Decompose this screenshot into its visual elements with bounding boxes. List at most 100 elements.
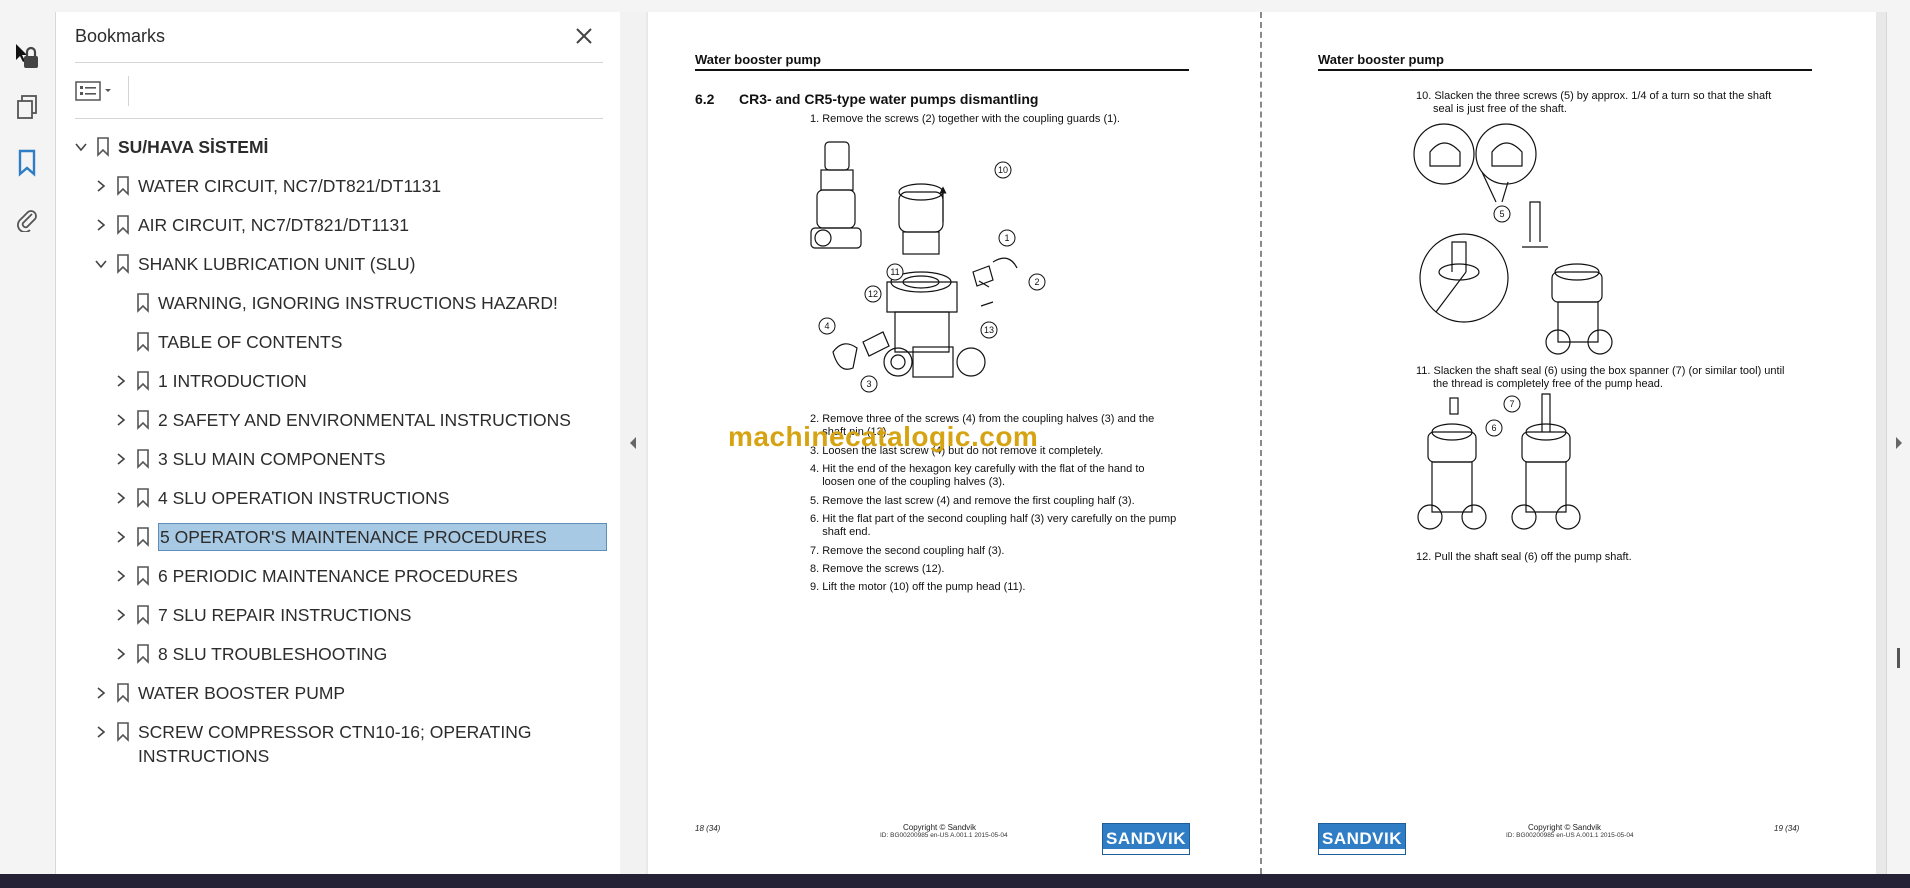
panel-divider xyxy=(75,62,603,63)
bookmark-icon xyxy=(137,332,149,352)
step-10: 10. Slacken the three screws (5) by appr… xyxy=(1416,90,1772,102)
chevron-right-icon[interactable] xyxy=(114,530,128,544)
callout-4: 4 xyxy=(824,321,829,331)
step-line: 9. Lift the motor (10) off the pump head… xyxy=(810,581,1026,593)
step-12: 12. Pull the shaft seal (6) off the pump… xyxy=(1416,551,1632,563)
scrollbar-thumb[interactable] xyxy=(1897,648,1900,668)
header-rule xyxy=(1318,69,1812,71)
bookmark-label: WARNING, IGNORING INSTRUCTIONS HAZARD! xyxy=(158,293,558,313)
chevron-right-icon[interactable] xyxy=(114,374,128,388)
bookmark-label: SHANK LUBRICATION UNIT (SLU) xyxy=(138,254,416,274)
bookmark-icon xyxy=(137,371,149,391)
bookmark-item[interactable]: TABLE OF CONTENTS xyxy=(56,325,620,359)
step-11: 11. Slacken the shaft seal (6) using the… xyxy=(1416,365,1785,377)
box-spanner-illustration: 6 7 xyxy=(1417,393,1581,530)
sandvik-logo: SANDVIK xyxy=(1318,823,1406,855)
callout-10: 10 xyxy=(998,165,1008,175)
bookmark-label-continued: INSTRUCTIONS xyxy=(138,746,270,766)
chevron-right-icon[interactable] xyxy=(94,725,108,739)
footer-copyright: Copyright © Sandvik xyxy=(903,823,977,832)
bookmark-icon xyxy=(137,527,149,547)
bookmark-label: WATER CIRCUIT, NC7/DT821/DT1131 xyxy=(138,176,442,196)
document-page-19: Water booster pump 10. Slacken the three… xyxy=(1262,12,1876,874)
bookmark-label: TABLE OF CONTENTS xyxy=(158,332,343,352)
bookmark-item[interactable]: SHANK LUBRICATION UNIT (SLU) xyxy=(56,247,620,281)
pump-dismantling-illustration: 10 1 2 11 12 13 4 3 xyxy=(810,141,1046,393)
step-10-cont: seal is just free of the shaft. xyxy=(1433,103,1567,115)
step-line: 4. Hit the end of the hexagon key carefu… xyxy=(810,463,1145,475)
close-panel-button[interactable] xyxy=(572,24,596,48)
bookmark-item[interactable]: 5 OPERATOR'S MAINTENANCE PROCEDURES xyxy=(56,520,620,554)
bookmark-item[interactable]: 4 SLU OPERATION INSTRUCTIONS xyxy=(56,481,620,515)
page-header: Water booster pump xyxy=(1318,52,1444,67)
bookmark-label: WATER BOOSTER PUMP xyxy=(138,683,346,703)
bookmark-item[interactable]: WARNING, IGNORING INSTRUCTIONS HAZARD! xyxy=(56,286,620,320)
bookmark-label: 4 SLU OPERATION INSTRUCTIONS xyxy=(158,488,450,508)
callout-3: 3 xyxy=(866,379,871,389)
callout-13: 13 xyxy=(984,325,994,335)
bookmark-item[interactable]: 3 SLU MAIN COMPONENTS xyxy=(56,442,620,476)
panel-splitter[interactable] xyxy=(620,12,647,874)
chevron-right-icon[interactable] xyxy=(94,686,108,700)
chevron-down-icon[interactable] xyxy=(94,257,108,271)
step-line: 7. Remove the second coupling half (3). xyxy=(810,545,1005,557)
bookmark-label: AIR CIRCUIT, NC7/DT821/DT1131 xyxy=(138,215,410,235)
bookmark-label: 6 PERIODIC MAINTENANCE PROCEDURES xyxy=(158,566,518,586)
sandvik-logo: SANDVIK xyxy=(1102,823,1190,855)
bookmark-item[interactable]: 1 INTRODUCTION xyxy=(56,364,620,398)
callout-11: 11 xyxy=(890,267,899,277)
options-separator xyxy=(128,76,129,106)
step-line: loosen one of the coupling halves (3). xyxy=(810,476,1006,488)
chevron-right-icon[interactable] xyxy=(114,452,128,466)
bookmark-label: 2 SAFETY AND ENVIRONMENTAL INSTRUCTIONS xyxy=(158,410,571,430)
bookmark-item[interactable]: 2 SAFETY AND ENVIRONMENTAL INSTRUCTIONS xyxy=(56,403,620,437)
navigation-rail xyxy=(0,12,56,874)
bookmark-icon xyxy=(137,644,149,664)
bookmark-icon xyxy=(117,176,129,196)
chevron-right-icon[interactable] xyxy=(114,608,128,622)
page-header: Water booster pump xyxy=(695,52,821,67)
chevron-right-icon[interactable] xyxy=(114,569,128,583)
bookmark-item[interactable]: WATER BOOSTER PUMP xyxy=(56,676,620,710)
panel-divider xyxy=(75,118,603,119)
section-number: 6.2 xyxy=(695,91,715,107)
bookmark-item[interactable]: 8 SLU TROUBLESHOOTING xyxy=(56,637,620,671)
bookmark-icon xyxy=(137,605,149,625)
bookmark-item[interactable]: WATER CIRCUIT, NC7/DT821/DT1131 xyxy=(56,169,620,203)
page-number: 19 (34) xyxy=(1774,824,1800,833)
bookmark-item[interactable]: 6 PERIODIC MAINTENANCE PROCEDURES xyxy=(56,559,620,593)
attachment-icon[interactable] xyxy=(12,204,42,234)
bookmark-item[interactable]: SU/HAVA SİSTEMİ xyxy=(56,130,620,164)
bookmark-icon xyxy=(137,410,149,430)
bookmark-item[interactable]: SCREW COMPRESSOR CTN10-16; OPERATING INST… xyxy=(56,715,620,766)
chevron-right-icon[interactable] xyxy=(94,218,108,232)
bookmark-icon xyxy=(117,215,129,235)
watermark-text: machinecatalogic.com xyxy=(728,421,1039,452)
bookmarks-panel: Bookmarks SU/HAVA SİSTEMİ WATER CIRCUIT, … xyxy=(56,12,621,874)
chevron-right-icon[interactable] xyxy=(114,491,128,505)
bookmark-label: 7 SLU REPAIR INSTRUCTIONS xyxy=(158,605,412,625)
chevron-down-icon[interactable] xyxy=(74,140,88,154)
bookmark-icon xyxy=(137,566,149,586)
expand-right-icon[interactable] xyxy=(1894,436,1904,450)
step-line: shaft end. xyxy=(810,526,871,538)
chevron-right-icon[interactable] xyxy=(94,179,108,193)
bookmark-icon[interactable] xyxy=(12,148,42,178)
pages-icon[interactable] xyxy=(12,92,42,122)
panel-title: Bookmarks xyxy=(75,26,166,46)
lock-icon[interactable] xyxy=(12,42,42,72)
bookmark-label: SU/HAVA SİSTEMİ xyxy=(118,137,269,157)
chevron-right-icon[interactable] xyxy=(114,413,128,427)
chevron-right-icon[interactable] xyxy=(114,647,128,661)
collapse-left-icon[interactable] xyxy=(628,436,638,450)
step-line: 5. Remove the last screw (4) and remove … xyxy=(810,495,1135,507)
bookmark-icon xyxy=(97,137,109,157)
bookmark-icon xyxy=(117,683,129,703)
shaft-seal-illustration: 5 xyxy=(1413,123,1613,355)
bookmark-options-button[interactable] xyxy=(75,78,121,104)
callout-1: 1 xyxy=(1004,233,1009,243)
callout-7: 7 xyxy=(1509,399,1514,409)
bookmark-item[interactable]: AIR CIRCUIT, NC7/DT821/DT1131 xyxy=(56,208,620,242)
bookmark-icon xyxy=(117,254,129,274)
bookmark-item[interactable]: 7 SLU REPAIR INSTRUCTIONS xyxy=(56,598,620,632)
